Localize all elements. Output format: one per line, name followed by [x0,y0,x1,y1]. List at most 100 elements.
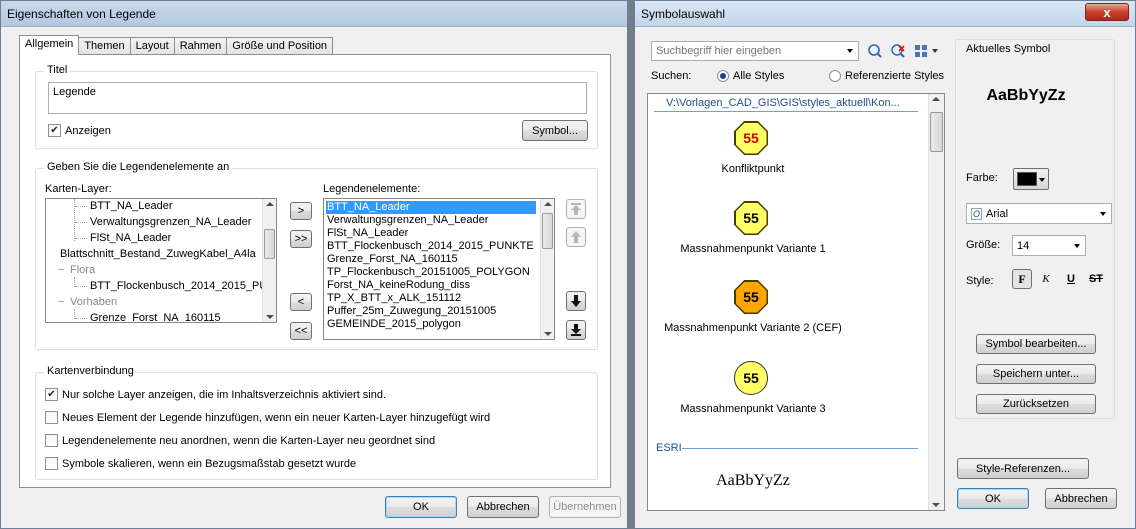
karten-layer-list[interactable]: BTT_NA_Leader Verwaltungsgrenzen_NA_Lead… [45,198,277,323]
cancel-button[interactable]: Abbrechen [467,496,539,518]
add-item-button[interactable]: > [290,202,312,220]
checkbox-empty-icon [45,434,58,447]
option-label: Nur solche Layer anzeigen, die im Inhalt… [62,388,387,401]
search-combobox[interactable] [651,41,859,61]
radio-referenced-styles[interactable]: Referenzierte Styles [829,70,944,82]
ok-button[interactable]: OK [385,496,457,518]
move-top-button[interactable] [566,199,586,219]
tab-layout[interactable]: Layout [129,37,175,55]
ok-button[interactable]: OK [957,488,1029,509]
list-item[interactable]: BTT_NA_Leader [90,200,173,213]
style-references-button[interactable]: Style-Referenzen... [957,458,1089,479]
remove-item-button[interactable]: < [290,293,312,311]
font-value: Arial [986,207,1009,220]
cancel-button[interactable]: Abbrechen [1045,488,1117,509]
symbol-gallery[interactable]: V:\Vorlagen_CAD_GIS\GIS\styles_aktuell\K… [647,93,945,511]
legend-elements-scrollbar[interactable] [540,199,554,339]
bold-toggle[interactable]: F [1012,269,1032,289]
scroll-thumb[interactable] [264,229,275,259]
legend-elements-list[interactable]: BTT_NA_Leader Verwaltungsgrenzen_NA_Lead… [323,198,555,340]
list-item[interactable]: Vorhaben [70,296,117,309]
radio-unselected-icon [829,70,841,82]
tab-rahmen[interactable]: Rahmen [173,37,228,55]
chevron-down-icon [1074,243,1080,248]
close-button[interactable]: x [1085,3,1129,21]
scroll-down-icon[interactable] [544,332,552,336]
scroll-up-icon[interactable] [932,97,940,101]
search-input[interactable] [656,45,836,57]
scroll-up-icon[interactable] [544,202,552,206]
search-icon[interactable] [868,44,882,58]
esri-style-header: ESRI [656,442,682,454]
remove-all-button[interactable]: << [290,322,312,340]
current-symbol-label: Aktuelles Symbol [964,43,1053,55]
option-checkbox-scale-symbols[interactable]: Symbole skalieren, wenn ein Bezugsmaßsta… [45,457,356,470]
tree-connector [75,206,87,207]
move-up-button[interactable] [566,227,586,247]
list-item[interactable]: Grenze_Forst_NA_160115 [90,312,221,322]
reset-button[interactable]: Zurücksetzen [976,394,1096,414]
tab-themen[interactable]: Themen [78,37,131,55]
chevron-down-icon [1100,211,1106,216]
style-path-header: V:\Vorlagen_CAD_GIS\GIS\styles_aktuell\K… [666,97,900,109]
anzeigen-checkbox[interactable]: ✔ Anzeigen [48,124,111,137]
underline-toggle[interactable]: U [1061,269,1081,289]
font-combobox[interactable]: O Arial [966,203,1112,224]
list-item[interactable]: BTT_Flockenbusch_2014_2015_PUN [90,280,275,293]
list-item[interactable]: Flora [70,264,95,277]
chevron-down-icon [1039,178,1045,182]
esri-sample-symbol[interactable]: AaBbYyZz [648,472,858,490]
view-options-icon[interactable] [915,44,941,58]
karten-layer-scrollbar[interactable] [262,199,276,322]
scroll-down-icon[interactable] [932,503,940,507]
option-checkbox-reorder[interactable]: Legendenelemente neu anordnen, wenn die … [45,434,435,447]
list-item[interactable]: Blattschnitt_Bestand_ZuwegKabel_A4la [60,248,256,261]
list-item[interactable]: GEMEINDE_2015_polygon [327,318,461,331]
tab-groesse-position[interactable]: Größe und Position [226,37,334,55]
tree-connector [75,318,87,319]
size-combobox[interactable]: 14 [1012,235,1086,256]
list-item[interactable]: Puffer_25m_Zuwegung_20151005 [327,305,496,318]
list-item[interactable]: Grenze_Forst_NA_160115 [327,253,458,266]
collapse-icon[interactable]: − [58,296,64,308]
list-item[interactable]: TP_X_BTT_x_ALK_151112 [327,292,461,305]
option-checkbox-active-layers[interactable]: ✔ Nur solche Layer anzeigen, die im Inha… [45,388,386,401]
checkbox-empty-icon [45,457,58,470]
scroll-up-icon[interactable] [266,202,274,206]
collapse-icon[interactable]: − [58,264,64,276]
radio-all-styles[interactable]: Alle Styles [717,70,784,82]
list-item[interactable]: TP_Flockenbusch_20151005_POLYGON [327,266,530,279]
scroll-thumb[interactable] [930,112,943,152]
option-label: Legendenelemente neu anordnen, wenn die … [62,434,436,447]
move-down-button[interactable] [566,291,586,311]
farbe-label: Farbe: [966,172,998,184]
list-item[interactable]: Verwaltungsgrenzen_NA_Leader [327,214,488,227]
tree-connector [75,286,87,287]
list-item[interactable]: BTT_Flockenbusch_2014_2015_PUNKTE [327,240,534,253]
scroll-down-icon[interactable] [266,315,274,319]
list-item[interactable]: FlSt_NA_Leader [90,232,171,245]
color-picker-button[interactable] [1013,168,1049,190]
chevron-down-icon[interactable] [847,49,853,53]
option-label: Symbole skalieren, wenn ein Bezugsmaßsta… [62,457,357,470]
title-text-field[interactable]: Legende [48,82,587,114]
symbol-button[interactable]: Symbol... [522,120,588,141]
move-up-icon [571,231,581,243]
list-item[interactable]: Forst_NA_keineRodung_diss [327,279,470,292]
apply-button[interactable]: Übernehmen [549,496,621,518]
list-item-selected[interactable]: BTT_NA_Leader [326,201,536,214]
list-item[interactable]: Verwaltungsgrenzen_NA_Leader [90,216,251,229]
move-bottom-button[interactable] [566,320,586,340]
tab-allgemein[interactable]: Allgemein [19,35,80,55]
list-item[interactable]: FlSt_NA_Leader [327,227,408,240]
clear-search-icon[interactable] [891,44,905,58]
edit-symbol-button[interactable]: Symbol bearbeiten... [976,334,1096,354]
save-as-button[interactable]: Speichern unter... [976,364,1096,384]
italic-toggle[interactable]: K [1036,269,1056,289]
symbol-gallery-scrollbar[interactable] [928,94,944,510]
add-all-button[interactable]: >> [290,230,312,248]
style-label: Style: [966,275,994,287]
strikethrough-toggle[interactable]: ST [1086,269,1106,289]
scroll-thumb[interactable] [542,213,553,249]
option-checkbox-add-new[interactable]: Neues Element der Legende hinzufügen, we… [45,411,490,424]
